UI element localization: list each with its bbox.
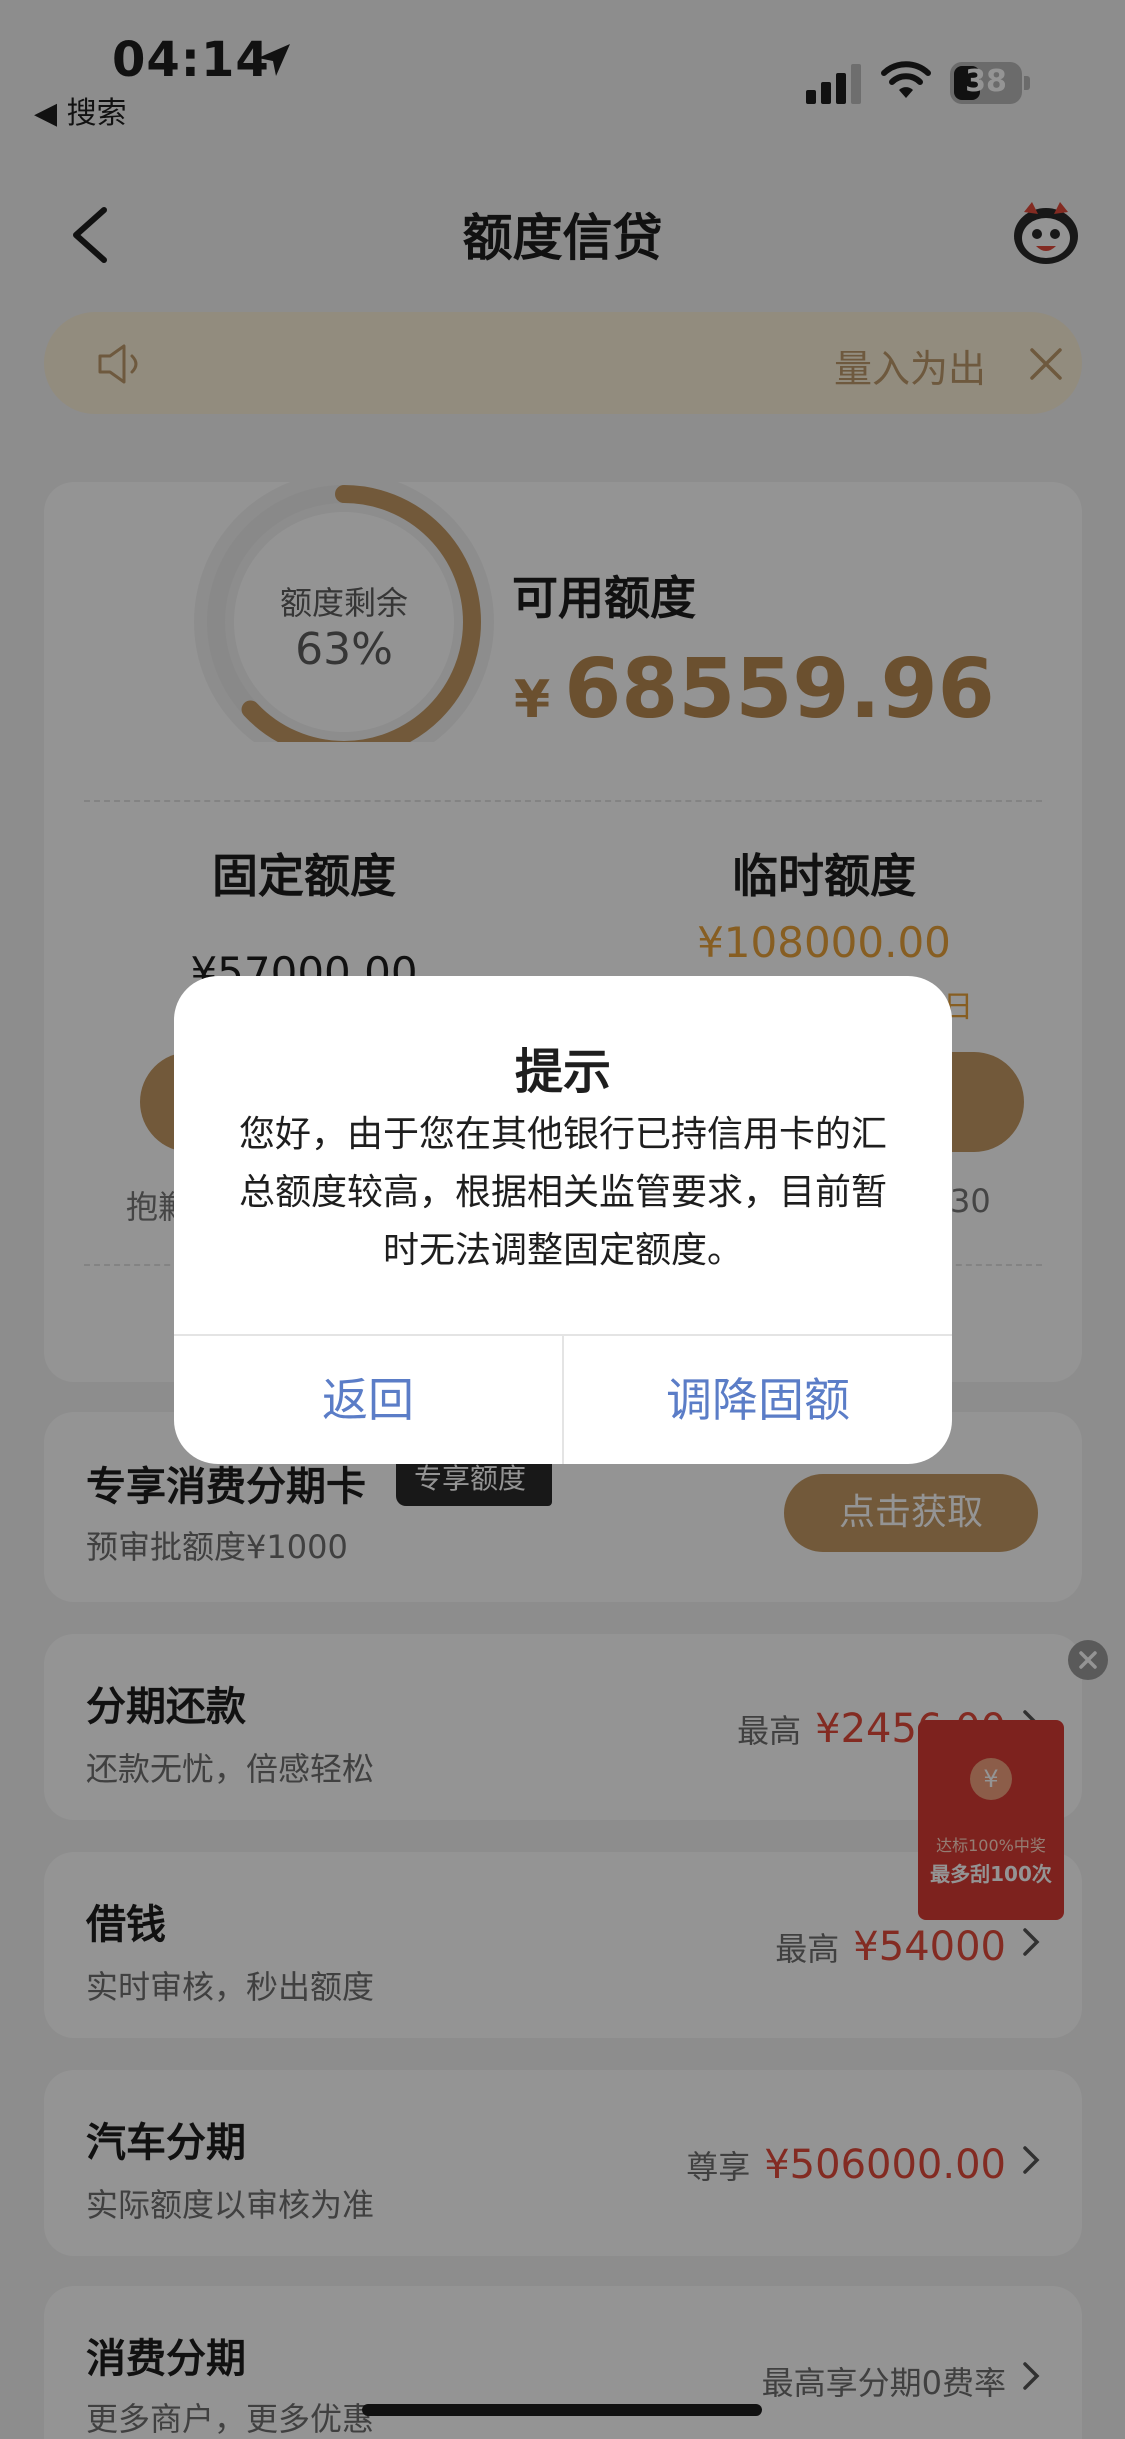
dialog-title: 提示 [514,1044,611,1100]
return-button[interactable]: 返回 [174,1336,562,1464]
home-indicator[interactable] [362,2404,762,2416]
alert-dialog: 提示 您好，由于您在其他银行已持信用卡的汇总额度较高，根据相关监管要求，目前暂时… [174,976,952,1464]
lower-fixed-quota-button[interactable]: 调降固额 [564,1336,952,1464]
dialog-message: 您好，由于您在其他银行已持信用卡的汇总额度较高，根据相关监管要求，目前暂时无法调… [238,1114,887,1271]
